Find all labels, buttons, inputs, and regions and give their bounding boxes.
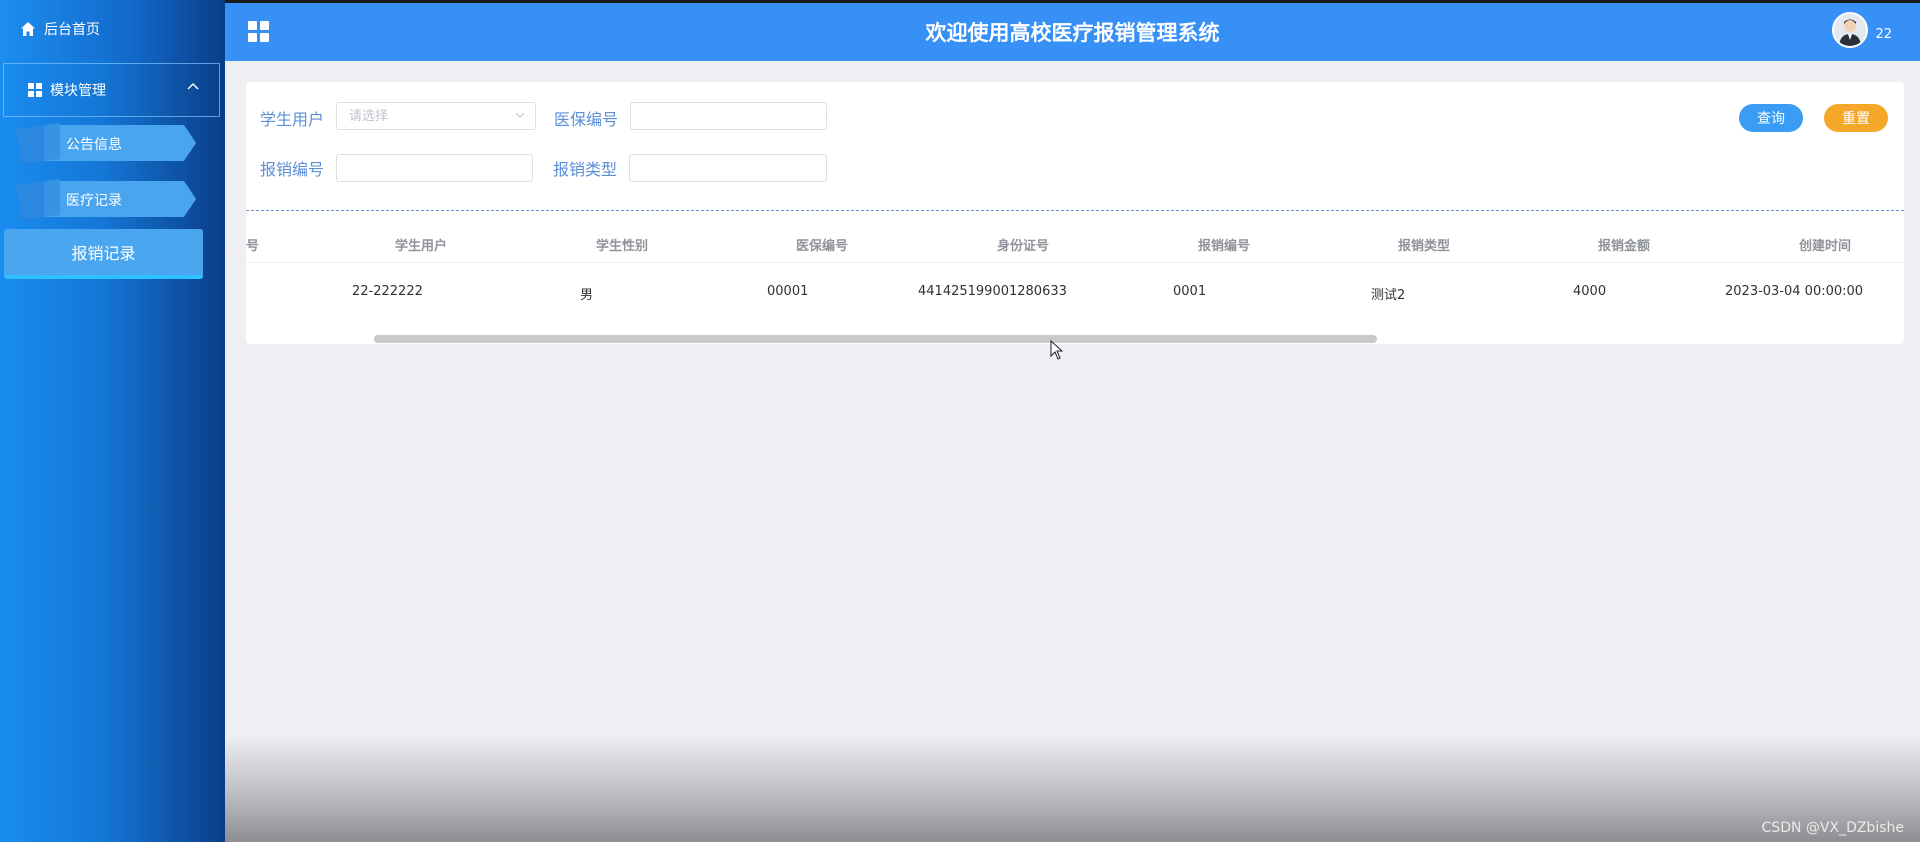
insurance-no-label: 医保编号	[554, 110, 619, 129]
page-title: 欢迎使用高校医疗报销管理系统	[925, 21, 1220, 45]
query-button[interactable]: 查询	[1739, 104, 1803, 132]
watermark: CSDN @VX_DZbishe	[1761, 820, 1904, 836]
top-header: 欢迎使用高校医疗报销管理系统 22	[225, 0, 1920, 61]
table-cell: 00001	[767, 284, 809, 299]
reimburse-type-input[interactable]	[629, 154, 827, 182]
table-cell: 441425199001280633	[918, 284, 1067, 299]
main-panel: 学生用户 医保编号 报销编号 报销类型 查询 重置 号 学生用户 学生性别 医保…	[246, 82, 1904, 344]
sidebar-item-notice[interactable]: 公告信息	[16, 123, 196, 163]
column-header: 医保编号	[796, 239, 849, 254]
username[interactable]: 22	[1875, 27, 1892, 42]
column-header: 报销金额	[1598, 239, 1651, 254]
column-header: 身份证号	[997, 239, 1050, 254]
reimburse-no-label: 报销编号	[260, 160, 325, 179]
bottom-shadow	[225, 735, 1920, 842]
student-user-label: 学生用户	[260, 110, 325, 129]
table-cell: 2023-03-04 00:00:00	[1725, 284, 1864, 299]
table-cell: 男	[580, 288, 594, 303]
reimburse-type-label: 报销类型	[553, 160, 618, 179]
column-header: 号	[246, 239, 260, 254]
insurance-no-input[interactable]	[630, 102, 827, 130]
sidebar-group-modules[interactable]: 模块管理	[3, 63, 220, 117]
chevron-up-icon[interactable]	[187, 82, 199, 92]
divider	[246, 210, 1904, 211]
sidebar-item-medical-record[interactable]: 医疗记录	[16, 179, 196, 219]
sidebar-home-label: 后台首页	[44, 22, 100, 38]
sidebar-item-label: 公告信息	[66, 137, 122, 153]
student-user-select[interactable]	[336, 102, 536, 130]
home-icon	[21, 22, 35, 36]
horizontal-scrollbar[interactable]	[374, 335, 1377, 343]
column-header: 创建时间	[1799, 239, 1852, 254]
chevron-down-icon	[515, 112, 525, 118]
sidebar-group-label: 模块管理	[50, 83, 106, 99]
reset-button[interactable]: 重置	[1824, 104, 1888, 132]
sidebar-item-label: 报销记录	[71, 244, 136, 263]
table-row[interactable]: 22-222222 男 00001 441425199001280633 000…	[246, 270, 1904, 316]
column-header: 报销编号	[1198, 239, 1251, 254]
table-cell: 测试2	[1371, 288, 1406, 303]
column-header: 报销类型	[1398, 239, 1451, 254]
student-user-input[interactable]	[336, 102, 536, 130]
table-cell: 22-222222	[352, 284, 423, 299]
sidebar-item-home[interactable]: 后台首页	[20, 18, 100, 40]
grid-icon	[28, 83, 42, 97]
sidebar-item-reimbursement[interactable]: 报销记录	[4, 229, 203, 279]
user-avatar-icon	[1834, 14, 1866, 46]
table-header: 号 学生用户 学生性别 医保编号 身份证号 报销编号 报销类型 报销金额 创建时…	[246, 223, 1904, 263]
sidebar-item-label: 医疗记录	[66, 193, 122, 209]
mouse-cursor-icon	[1050, 340, 1064, 360]
table-cell: 4000	[1573, 284, 1607, 299]
column-header: 学生用户	[395, 239, 448, 254]
reimburse-no-input[interactable]	[336, 154, 533, 182]
sidebar: 后台首页 模块管理 公告信息 医疗记录 报销记录	[0, 0, 225, 842]
column-header: 学生性别	[596, 239, 649, 254]
avatar[interactable]	[1832, 12, 1868, 48]
table-cell: 0001	[1173, 284, 1207, 299]
